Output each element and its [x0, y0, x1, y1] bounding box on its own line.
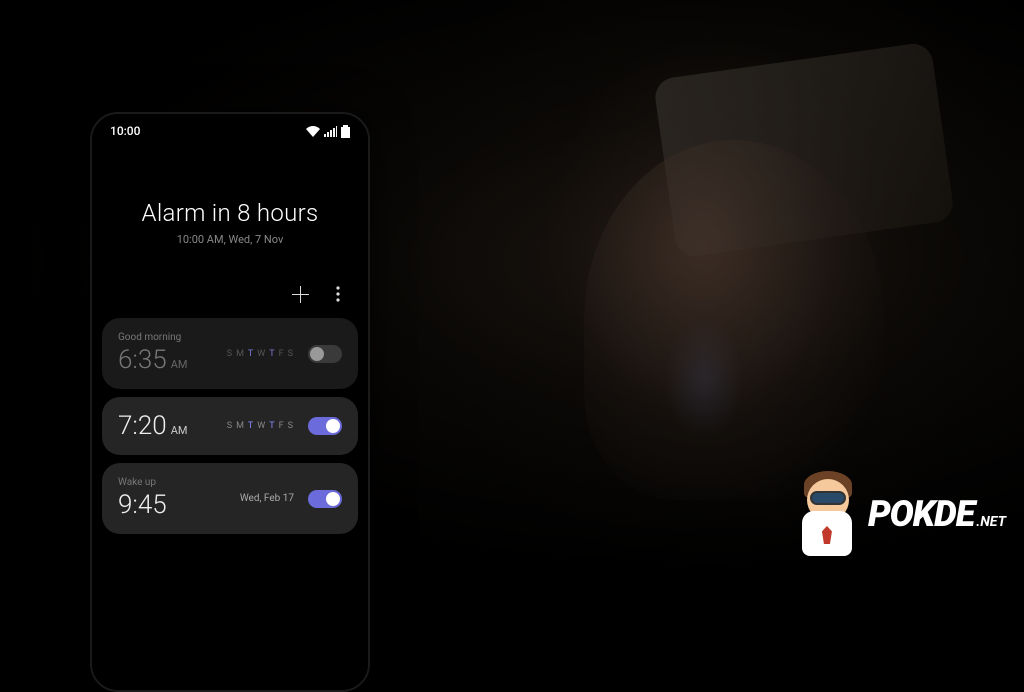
- alarm-toggle[interactable]: [308, 490, 342, 508]
- alarm-list: Good morning 6:35 AM S M T W T: [92, 318, 368, 534]
- day-t: T: [248, 421, 254, 431]
- alarm-subtitle: 10:00 AM, Wed, 7 Nov: [112, 233, 348, 246]
- alarm-time: 9:45: [118, 490, 167, 520]
- day-t2: T: [269, 421, 275, 431]
- signal-icon: [324, 126, 337, 137]
- alarm-time-row: 9:45: [118, 490, 167, 520]
- logo-text: POKDE .NET: [868, 493, 1006, 535]
- logo-main: POKDE: [868, 493, 974, 535]
- logo-ext: .NET: [976, 514, 1006, 530]
- day-s: S: [227, 421, 233, 431]
- alarm-right: S M T W T F S: [227, 345, 342, 363]
- day-w: W: [257, 349, 266, 359]
- alarm-ampm: AM: [171, 358, 188, 371]
- alarm-right: Wed, Feb 17: [240, 490, 342, 508]
- mascot-icon: [792, 471, 862, 556]
- alarm-label: Good morning: [118, 332, 188, 343]
- alarm-time-block: Wake up 9:45: [118, 477, 167, 520]
- phone-screen: 10:00 Alarm in 8 hours 10:00 AM, Wed, 7 …: [92, 114, 368, 690]
- alarm-time-block: 7:20 AM: [118, 411, 188, 441]
- alarm-card[interactable]: Good morning 6:35 AM S M T W T: [102, 318, 358, 389]
- days-row: S M T W T F S: [227, 349, 294, 359]
- alarm-header: Alarm in 8 hours 10:00 AM, Wed, 7 Nov: [92, 144, 368, 276]
- header-actions: [92, 276, 368, 318]
- day-t2: T: [269, 349, 275, 359]
- alarm-right: S M T W T F S: [227, 417, 342, 435]
- status-bar: 10:00: [92, 114, 368, 144]
- alarm-card[interactable]: 7:20 AM S M T W T F S: [102, 397, 358, 455]
- add-alarm-button[interactable]: [290, 284, 310, 304]
- alarm-date: Wed, Feb 17: [240, 493, 294, 504]
- day-w: W: [257, 421, 266, 431]
- alarm-time: 7:20: [118, 411, 167, 441]
- alarm-card[interactable]: Wake up 9:45 Wed, Feb 17: [102, 463, 358, 534]
- day-s2: S: [288, 421, 294, 431]
- day-s2: S: [288, 349, 294, 359]
- alarm-time: 6:35: [118, 345, 167, 375]
- menu-button[interactable]: [328, 284, 348, 304]
- plus-icon: [292, 286, 309, 303]
- day-m: M: [236, 349, 245, 359]
- alarm-toggle[interactable]: [308, 417, 342, 435]
- pokde-logo: POKDE .NET: [792, 471, 1006, 556]
- battery-icon: [341, 125, 350, 138]
- wifi-icon: [306, 126, 320, 137]
- status-time: 10:00: [110, 124, 140, 138]
- alarm-time-row: 7:20 AM: [118, 411, 188, 441]
- day-f: F: [279, 421, 285, 431]
- alarm-title: Alarm in 8 hours: [112, 199, 348, 227]
- day-s: S: [227, 349, 233, 359]
- phone-mockup: 10:00 Alarm in 8 hours 10:00 AM, Wed, 7 …: [90, 112, 370, 692]
- day-f: F: [279, 349, 285, 359]
- alarm-label: Wake up: [118, 477, 167, 488]
- more-icon: [336, 286, 340, 302]
- day-t: T: [248, 349, 254, 359]
- alarm-time-block: Good morning 6:35 AM: [118, 332, 188, 375]
- alarm-ampm: AM: [171, 424, 188, 437]
- scene-background: 10:00 Alarm in 8 hours 10:00 AM, Wed, 7 …: [0, 0, 1024, 576]
- day-m: M: [236, 421, 245, 431]
- days-row: S M T W T F S: [227, 421, 294, 431]
- status-icons: [306, 125, 350, 138]
- alarm-time-row: 6:35 AM: [118, 345, 188, 375]
- alarm-toggle[interactable]: [308, 345, 342, 363]
- held-phone-glow: [664, 320, 744, 440]
